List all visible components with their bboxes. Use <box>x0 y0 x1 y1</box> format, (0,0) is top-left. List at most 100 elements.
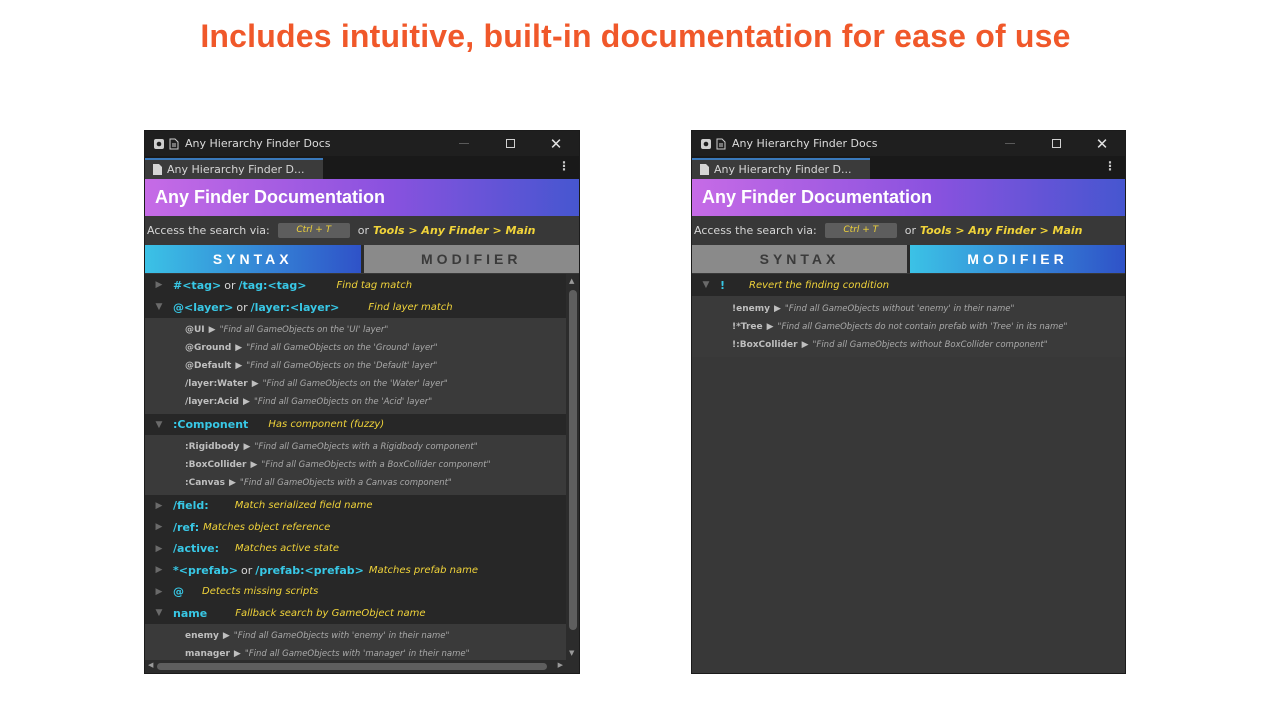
example-key: @Default <box>185 361 232 371</box>
row-component[interactable]: ▼ :Component Has component (fuzzy) <box>145 414 566 435</box>
row-prefab[interactable]: ▶ *<prefab> or /prefab:<prefab> Matches … <box>145 559 566 581</box>
collapse-arrow-icon[interactable]: ▼ <box>692 280 720 290</box>
collapse-arrow-icon[interactable]: ▼ <box>145 420 173 430</box>
minimize-button[interactable] <box>987 131 1033 156</box>
close-button[interactable]: ✕ <box>533 131 579 156</box>
shortcut-badge: Ctrl + T <box>824 223 897 238</box>
expand-arrow-icon[interactable]: ▶ <box>145 501 173 511</box>
row-tag[interactable]: ▶ #<tag> or /tag:<tag> Find tag match <box>145 274 566 296</box>
row-name[interactable]: ▼ name Fallback search by GameObject nam… <box>145 602 566 624</box>
row-desc: Fallback search by GameObject name <box>235 607 426 619</box>
tab-modifier[interactable]: MODIFIER <box>363 245 579 273</box>
row-key: /active: <box>173 542 220 555</box>
row-field[interactable]: ▶ /field: Match serialized field name <box>145 495 566 516</box>
expand-arrow-icon[interactable]: ▶ <box>145 522 173 532</box>
window-title: Any Hierarchy Finder Docs <box>732 137 878 150</box>
example-key: !*Tree <box>732 322 763 332</box>
example-desc: "Find all GameObjects on the 'Default' l… <box>246 361 438 371</box>
row-key: :Component <box>173 418 249 431</box>
play-arrow-icon: ▶ <box>222 631 230 641</box>
example-item: :Canvas ▶ "Find all GameObjects with a Can… <box>185 474 566 492</box>
maximize-icon <box>1051 139 1061 148</box>
or-text: or <box>904 224 917 237</box>
row-ref[interactable]: ▶ /ref: Matches object reference <box>145 516 566 538</box>
play-arrow-icon: ▶ <box>235 343 243 353</box>
unity-app-icon <box>154 138 164 149</box>
row-key: /tag:<tag> <box>238 278 307 292</box>
row-missing[interactable]: ▶ @ Detects missing scripts <box>145 581 566 602</box>
expand-arrow-icon[interactable]: ▶ <box>145 587 173 597</box>
minimize-icon <box>459 143 469 144</box>
example-desc: "Find all GameObjects with a Rigidbody c… <box>254 442 478 452</box>
minimize-button[interactable] <box>441 131 487 156</box>
tab-syntax[interactable]: SYNTAX <box>692 245 907 273</box>
scroll-right-icon[interactable]: ▶ <box>558 661 563 669</box>
example-key: !enemy <box>732 304 770 314</box>
row-active[interactable]: ▶ /active: Matches active state <box>145 538 566 559</box>
horizontal-scrollbar[interactable]: ◀ ▶ <box>145 660 579 673</box>
example-desc: "Find all GameObjects on the 'Ground' la… <box>246 343 438 353</box>
example-item: !*Tree ▶ "Find all GameObjects do not cont… <box>732 318 1125 336</box>
doc-header: Any Finder Documentation <box>145 179 579 216</box>
close-button[interactable]: ✕ <box>1079 131 1125 156</box>
collapse-arrow-icon[interactable]: ▼ <box>145 608 173 618</box>
shortcut-badge: Ctrl + T <box>277 223 350 238</box>
tab-syntax[interactable]: SYNTAX <box>145 245 361 273</box>
unity-app-icon <box>701 138 711 149</box>
example-item: :BoxCollider ▶ "Find all GameObjects with … <box>185 456 566 474</box>
example-desc: "Find all GameObjects with 'enemy' in th… <box>233 631 450 641</box>
app-icons <box>700 138 726 150</box>
tab-docs[interactable]: Any Hierarchy Finder D... <box>145 158 323 179</box>
play-arrow-icon: ▶ <box>243 397 250 407</box>
example-key: manager <box>185 649 230 659</box>
maximize-button[interactable] <box>487 131 533 156</box>
title-bar[interactable]: Any Hierarchy Finder Docs ✕ <box>692 131 1125 156</box>
document-icon <box>169 138 179 149</box>
docs-window-modifier: Any Hierarchy Finder Docs ✕ Any Hierarch… <box>691 130 1126 674</box>
example-desc: "Find all GameObjects without 'enemy' in… <box>784 304 1015 314</box>
scroll-down-icon[interactable]: ▼ <box>569 649 574 657</box>
example-desc: "Find all GameObjects with a BoxCollider… <box>261 460 491 470</box>
menu-path: Tools > Any Finder > Main <box>920 224 1083 237</box>
kebab-menu-icon[interactable]: ⋮ <box>1104 159 1116 173</box>
tab-bar: Any Hierarchy Finder D... ⋮ <box>145 156 579 179</box>
close-icon: ✕ <box>549 134 563 153</box>
or-text: or <box>357 224 370 237</box>
collapse-arrow-icon[interactable]: ▼ <box>145 302 173 312</box>
title-bar[interactable]: Any Hierarchy Finder Docs ✕ <box>145 131 579 156</box>
row-key: #<tag> <box>173 278 222 292</box>
example-key: @UI <box>185 325 205 335</box>
example-key: :Canvas <box>185 478 225 488</box>
expand-arrow-icon[interactable]: ▶ <box>145 544 173 554</box>
play-arrow-icon: ▶ <box>250 460 258 470</box>
headline: Includes intuitive, built-in documentati… <box>200 18 1071 54</box>
scroll-up-icon[interactable]: ▲ <box>569 277 574 285</box>
row-desc: Revert the finding condition <box>749 279 890 291</box>
expand-arrow-icon[interactable]: ▶ <box>145 565 173 575</box>
app-icons <box>153 138 179 150</box>
expand-arrow-icon[interactable]: ▶ <box>145 280 173 290</box>
document-icon <box>716 138 726 149</box>
row-layer[interactable]: ▼ @<layer> or /layer:<layer> Find layer … <box>145 296 566 318</box>
row-key: ! <box>720 278 726 292</box>
maximize-button[interactable] <box>1033 131 1079 156</box>
scroll-left-icon[interactable]: ◀ <box>148 661 153 669</box>
tab-docs[interactable]: Any Hierarchy Finder D... <box>692 158 870 179</box>
row-not[interactable]: ▼ ! Revert the finding condition <box>692 274 1125 296</box>
example-item: !enemy ▶ "Find all GameObjects without 'en… <box>732 300 1125 318</box>
example-item: /layer:Water ▶ "Find all GameObjects on th… <box>185 375 566 393</box>
play-arrow-icon: ▶ <box>228 478 236 488</box>
example-key: @Ground <box>185 343 232 353</box>
kebab-menu-icon[interactable]: ⋮ <box>558 159 570 173</box>
example-desc: "Find all GameObjects with a Canvas comp… <box>239 478 452 488</box>
play-arrow-icon: ▶ <box>251 379 259 389</box>
scroll-thumb[interactable] <box>569 290 577 630</box>
tab-label: Any Hierarchy Finder D... <box>714 163 852 176</box>
tab-modifier[interactable]: MODIFIER <box>910 245 1125 273</box>
doc-tabs: SYNTAX MODIFIER <box>145 245 579 273</box>
vertical-scrollbar[interactable]: ▲ ▼ <box>566 274 579 660</box>
modifier-list: ▼ ! Revert the finding condition !enemy ▶… <box>692 274 1125 673</box>
example-desc: "Find all GameObjects with 'manager' in … <box>244 649 470 659</box>
scroll-thumb[interactable] <box>157 663 547 670</box>
example-item: @Default ▶ "Find all GameObjects on the 'D… <box>185 357 566 375</box>
